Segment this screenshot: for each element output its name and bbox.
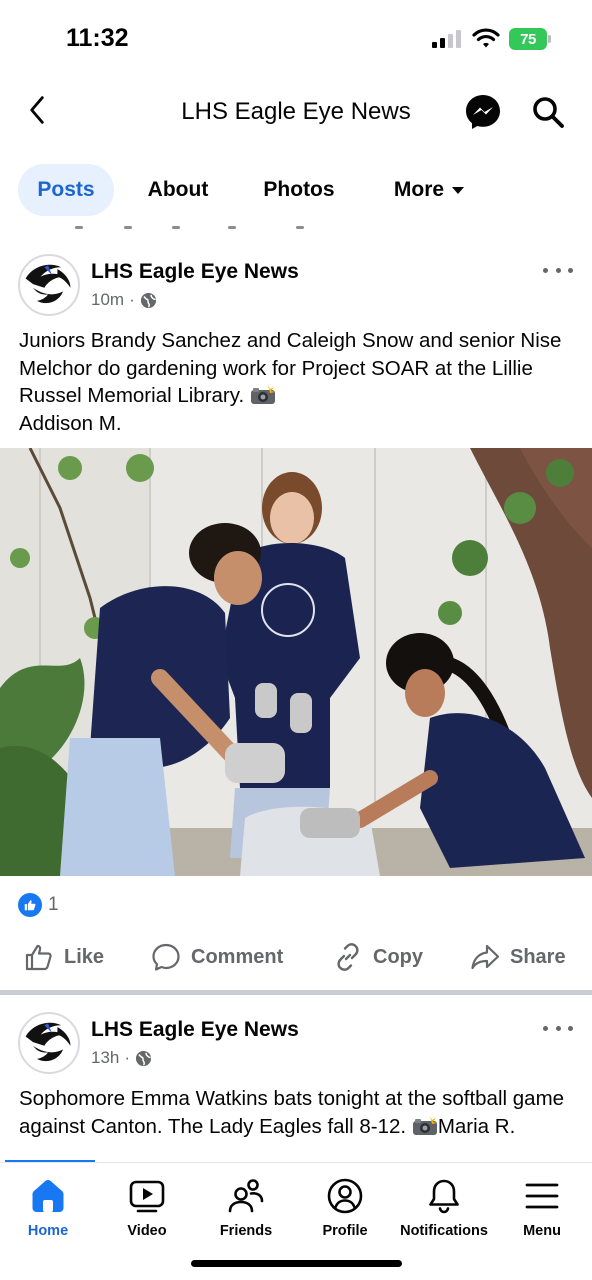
friends-icon bbox=[228, 1179, 264, 1213]
nav-notifications[interactable]: Notifications bbox=[394, 1177, 494, 1239]
battery-level: 75 bbox=[509, 28, 547, 50]
post-photo[interactable] bbox=[0, 448, 592, 876]
signal-icon bbox=[432, 30, 462, 48]
nav-profile-label: Profile bbox=[322, 1223, 368, 1239]
camera-flash-icon bbox=[250, 385, 275, 404]
reaction-count: 1 bbox=[48, 894, 59, 915]
tab-posts[interactable]: Posts bbox=[18, 164, 114, 216]
post-options-button[interactable] bbox=[543, 1020, 573, 1036]
eagle-logo-icon bbox=[21, 257, 77, 313]
like-reaction-icon bbox=[18, 893, 42, 917]
caption-credit: Maria R. bbox=[437, 1114, 516, 1138]
caption-credit: Addison M. bbox=[19, 411, 122, 435]
search-icon bbox=[533, 97, 564, 128]
comment-bubble-icon bbox=[152, 943, 180, 971]
like-button[interactable]: Like bbox=[24, 942, 104, 972]
scroll-hint bbox=[0, 226, 592, 234]
reaction-summary[interactable]: 1 bbox=[18, 893, 59, 917]
wifi-icon bbox=[472, 27, 500, 49]
nav-home[interactable]: Home bbox=[0, 1177, 98, 1239]
like-label: Like bbox=[64, 945, 105, 968]
meta-separator: · bbox=[129, 290, 135, 309]
tab-about[interactable]: About bbox=[130, 164, 226, 216]
page-title: LHS Eagle Eye News bbox=[181, 98, 411, 125]
thumbs-up-icon bbox=[25, 944, 52, 971]
messenger-button[interactable] bbox=[464, 93, 502, 131]
post-author[interactable]: LHS Eagle Eye News bbox=[91, 1018, 299, 1042]
post-caption: Juniors Brandy Sanchez and Caleigh Snow … bbox=[19, 327, 579, 437]
bell-icon bbox=[429, 1179, 459, 1214]
home-icon bbox=[32, 1180, 64, 1212]
comment-label: Comment bbox=[191, 945, 284, 968]
camera-flash-icon bbox=[412, 1115, 437, 1135]
status-time: 11:32 bbox=[66, 24, 129, 52]
status-bar: 11:32 75 bbox=[0, 0, 592, 78]
post-caption: Sophomore Emma Watkins bats tonight at t… bbox=[19, 1085, 579, 1140]
post-actions: Like Comment Copy Share bbox=[0, 936, 592, 982]
nav-notifications-label: Notifications bbox=[400, 1223, 488, 1239]
profile-icon bbox=[327, 1178, 363, 1214]
page-avatar[interactable] bbox=[18, 254, 80, 316]
tab-photos[interactable]: Photos bbox=[246, 164, 352, 216]
menu-icon bbox=[525, 1183, 559, 1209]
share-arrow-icon bbox=[471, 944, 500, 970]
copy-link-button[interactable]: Copy bbox=[333, 942, 423, 972]
share-button[interactable]: Share bbox=[470, 942, 566, 972]
post-time[interactable]: 10m bbox=[91, 290, 124, 310]
caption-text: Juniors Brandy Sanchez and Caleigh Snow … bbox=[19, 329, 562, 407]
page-header: LHS Eagle Eye News bbox=[0, 78, 592, 146]
nav-video[interactable]: Video bbox=[97, 1177, 197, 1239]
globe-icon bbox=[140, 292, 156, 308]
messenger-icon bbox=[466, 95, 500, 129]
link-icon bbox=[337, 943, 359, 971]
page-tabs: Posts About Photos More bbox=[0, 160, 592, 220]
photo-illustration bbox=[0, 448, 592, 876]
nav-friends-label: Friends bbox=[219, 1223, 273, 1239]
nav-menu[interactable]: Menu bbox=[492, 1177, 592, 1239]
nav-video-label: Video bbox=[127, 1223, 167, 1239]
tab-more[interactable]: More bbox=[376, 164, 482, 216]
page-avatar[interactable] bbox=[18, 1012, 80, 1074]
eagle-logo-icon bbox=[21, 1015, 77, 1071]
post-time[interactable]: 13h bbox=[91, 1048, 119, 1068]
home-indicator bbox=[191, 1260, 402, 1267]
post-options-button[interactable] bbox=[543, 262, 573, 278]
globe-icon bbox=[135, 1050, 152, 1066]
video-icon bbox=[129, 1180, 165, 1213]
nav-friends[interactable]: Friends bbox=[196, 1177, 296, 1239]
meta-separator: · bbox=[124, 1048, 131, 1067]
battery-icon: 75 bbox=[509, 28, 551, 50]
nav-menu-label: Menu bbox=[523, 1223, 561, 1239]
search-button[interactable] bbox=[530, 94, 566, 130]
tab-more-label: More bbox=[393, 178, 445, 201]
share-label: Share bbox=[510, 945, 566, 968]
copy-label: Copy bbox=[373, 945, 423, 968]
post-divider bbox=[0, 990, 592, 995]
nav-home-label: Home bbox=[27, 1223, 69, 1239]
caret-down-icon bbox=[452, 186, 465, 194]
nav-profile[interactable]: Profile bbox=[295, 1177, 395, 1239]
post-meta: 13h · bbox=[91, 1048, 152, 1068]
comment-button[interactable]: Comment bbox=[151, 942, 283, 972]
post-author[interactable]: LHS Eagle Eye News bbox=[91, 260, 299, 284]
post-meta: 10m · bbox=[91, 290, 157, 310]
